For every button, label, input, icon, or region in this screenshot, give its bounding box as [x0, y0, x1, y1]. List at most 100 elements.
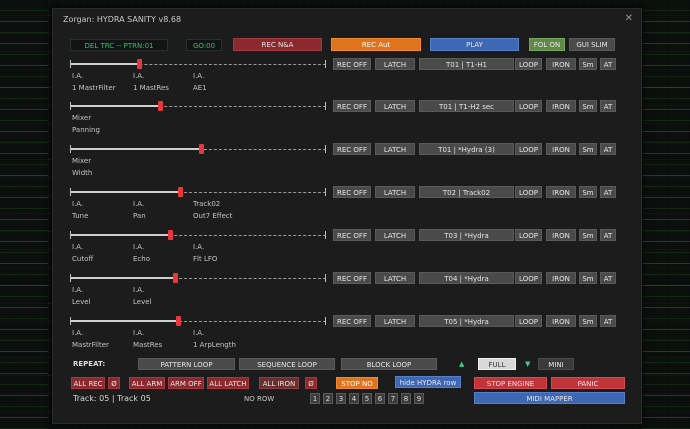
clear-rec-button[interactable]: Ø: [108, 377, 120, 389]
automation-slider[interactable]: [70, 186, 326, 198]
track-select-button[interactable]: T01 | T1-H1: [419, 58, 514, 70]
iron-button[interactable]: IRON: [546, 100, 576, 112]
at-button[interactable]: AT: [600, 186, 616, 198]
loop-button[interactable]: LOOP: [515, 272, 542, 284]
number-button-2[interactable]: 2: [323, 393, 333, 404]
stop-no-button[interactable]: STOP NO: [336, 377, 378, 389]
track-select-button[interactable]: T03 | *Hydra: [419, 229, 514, 241]
rec-off-button[interactable]: REC OFF: [333, 100, 371, 112]
rec-off-button[interactable]: REC OFF: [333, 272, 371, 284]
automation-slider[interactable]: [70, 58, 326, 70]
at-button[interactable]: AT: [600, 272, 616, 284]
latch-button[interactable]: LATCH: [375, 315, 415, 327]
sequence-loop-button[interactable]: SEQUENCE LOOP: [239, 358, 335, 370]
slider-handle[interactable]: [198, 144, 204, 154]
smooth-button[interactable]: Sm: [579, 58, 597, 70]
automation-slider[interactable]: [70, 272, 326, 284]
gui-slim-button[interactable]: GUI SLIM: [569, 38, 615, 51]
iron-button[interactable]: IRON: [546, 143, 576, 155]
latch-button[interactable]: LATCH: [375, 186, 415, 198]
mini-button[interactable]: MINI: [538, 358, 574, 370]
loop-button[interactable]: LOOP: [515, 58, 542, 70]
iron-button[interactable]: IRON: [546, 229, 576, 241]
number-button-3[interactable]: 3: [336, 393, 346, 404]
play-button[interactable]: PLAY: [430, 38, 519, 51]
slider-handle[interactable]: [178, 187, 184, 197]
midi-mapper-button[interactable]: MIDI MAPPER: [474, 392, 625, 404]
smooth-button[interactable]: Sm: [579, 315, 597, 327]
clear-iron-button[interactable]: Ø: [305, 377, 317, 389]
rec-na-button[interactable]: REC N&A: [233, 38, 322, 51]
number-button-7[interactable]: 7: [388, 393, 398, 404]
track-select-button[interactable]: T04 | *Hydra: [419, 272, 514, 284]
all-arm-button[interactable]: ALL ARM: [129, 377, 165, 389]
smooth-button[interactable]: Sm: [579, 100, 597, 112]
slider-handle[interactable]: [157, 101, 163, 111]
stop-engine-button[interactable]: STOP ENGINE: [474, 377, 547, 389]
panic-button[interactable]: PANIC: [551, 377, 625, 389]
track-status: Track: 05 | Track 05: [73, 394, 151, 403]
latch-button[interactable]: LATCH: [375, 143, 415, 155]
slider-handle[interactable]: [137, 59, 143, 69]
number-button-4[interactable]: 4: [349, 393, 359, 404]
rec-off-button[interactable]: REC OFF: [333, 315, 371, 327]
at-button[interactable]: AT: [600, 58, 616, 70]
track-select-button[interactable]: T02 | Track02: [419, 186, 514, 198]
loop-button[interactable]: LOOP: [515, 186, 542, 198]
all-rec-button[interactable]: ALL REC: [71, 377, 105, 389]
all-latch-button[interactable]: ALL LATCH: [207, 377, 249, 389]
at-button[interactable]: AT: [600, 143, 616, 155]
number-button-9[interactable]: 9: [414, 393, 424, 404]
rec-off-button[interactable]: REC OFF: [333, 186, 371, 198]
block-loop-button[interactable]: BLOCK LOOP: [341, 358, 437, 370]
automation-slider[interactable]: [70, 100, 326, 112]
smooth-button[interactable]: Sm: [579, 143, 597, 155]
track-select-button[interactable]: T05 | *Hydra: [419, 315, 514, 327]
iron-button[interactable]: IRON: [546, 186, 576, 198]
slider-handle[interactable]: [172, 273, 178, 283]
parameter-label: 1 MastRes: [133, 84, 169, 92]
loop-button[interactable]: LOOP: [515, 315, 542, 327]
number-button-1[interactable]: 1: [310, 393, 320, 404]
latch-button[interactable]: LATCH: [375, 229, 415, 241]
at-button[interactable]: AT: [600, 229, 616, 241]
slider-handle[interactable]: [175, 316, 181, 326]
loop-button[interactable]: LOOP: [515, 143, 542, 155]
rec-off-button[interactable]: REC OFF: [333, 58, 371, 70]
slider-fill: [70, 277, 175, 279]
smooth-button[interactable]: Sm: [579, 186, 597, 198]
full-button[interactable]: FULL: [478, 358, 516, 370]
number-button-5[interactable]: 5: [362, 393, 372, 404]
down-arrow-icon[interactable]: ▼: [525, 360, 530, 368]
slider-handle[interactable]: [167, 230, 173, 240]
rec-off-button[interactable]: REC OFF: [333, 143, 371, 155]
loop-button[interactable]: LOOP: [515, 100, 542, 112]
automation-slider[interactable]: [70, 229, 326, 241]
pattern-loop-button[interactable]: PATTERN LOOP: [138, 358, 235, 370]
number-button-6[interactable]: 6: [375, 393, 385, 404]
latch-button[interactable]: LATCH: [375, 272, 415, 284]
rec-aut-button[interactable]: REC Aut: [331, 38, 421, 51]
automation-slider[interactable]: [70, 315, 326, 327]
iron-button[interactable]: IRON: [546, 315, 576, 327]
fol-on-button[interactable]: FOL ON: [529, 38, 565, 51]
latch-button[interactable]: LATCH: [375, 58, 415, 70]
rec-off-button[interactable]: REC OFF: [333, 229, 371, 241]
at-button[interactable]: AT: [600, 100, 616, 112]
latch-button[interactable]: LATCH: [375, 100, 415, 112]
track-select-button[interactable]: T01 | *Hydra (3): [419, 143, 514, 155]
iron-button[interactable]: IRON: [546, 58, 576, 70]
up-arrow-icon[interactable]: ▲: [459, 360, 464, 368]
smooth-button[interactable]: Sm: [579, 229, 597, 241]
number-button-8[interactable]: 8: [401, 393, 411, 404]
at-button[interactable]: AT: [600, 315, 616, 327]
automation-slider[interactable]: [70, 143, 326, 155]
all-iron-button[interactable]: ALL IRON: [259, 377, 299, 389]
smooth-button[interactable]: Sm: [579, 272, 597, 284]
arm-off-button[interactable]: ARM OFF: [168, 377, 204, 389]
hide-hydra-row-button[interactable]: hide HYDRA row: [395, 376, 461, 388]
track-select-button[interactable]: T01 | T1-H2 sec: [419, 100, 514, 112]
loop-button[interactable]: LOOP: [515, 229, 542, 241]
close-icon[interactable]: ✕: [625, 13, 633, 24]
iron-button[interactable]: IRON: [546, 272, 576, 284]
